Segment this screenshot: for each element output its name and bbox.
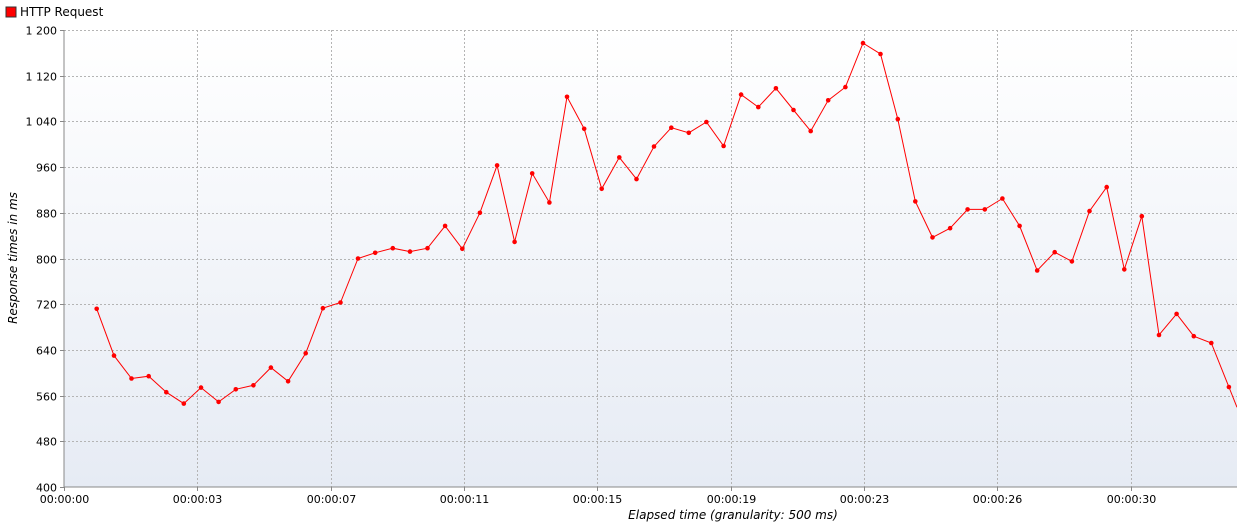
data-point (1069, 259, 1075, 264)
data-point (1226, 384, 1232, 390)
data-point (930, 235, 935, 240)
y-axis-ticks: 4004805606407208008809601 0401 1201 200 (26, 25, 64, 495)
data-point (1139, 213, 1145, 219)
x-tick-label: 00:00:30 (1107, 493, 1156, 506)
legend-label: HTTP Request (20, 5, 104, 19)
y-axis-title: Response times in ms (6, 192, 20, 324)
data-point (634, 176, 639, 182)
data-point (651, 144, 657, 149)
data-point (773, 86, 779, 91)
data-point (198, 385, 204, 390)
data-point (251, 383, 256, 388)
x-tick-label: 00:00:15 (573, 493, 622, 506)
data-point (460, 246, 465, 252)
data-point (581, 126, 587, 132)
chart-canvas: 4004805606407208008809601 0401 1201 200 … (5, 5, 1237, 522)
data-point (442, 223, 448, 229)
x-axis-title: Elapsed time (granularity: 500 ms) (628, 508, 838, 522)
y-tick-label: 560 (36, 391, 57, 404)
data-point (129, 376, 134, 381)
data-point (721, 143, 726, 149)
data-point (320, 305, 326, 311)
data-point (1122, 267, 1127, 272)
legend-swatch (5, 6, 17, 18)
data-point (146, 373, 151, 379)
data-point (181, 401, 187, 406)
data-point (878, 51, 883, 57)
data-point (547, 200, 552, 205)
data-point (791, 107, 796, 113)
data-point (895, 116, 901, 122)
data-point (425, 245, 430, 251)
x-tick-label: 00:00:19 (707, 493, 756, 506)
data-point (1052, 249, 1057, 255)
data-point (111, 353, 117, 358)
data-point (1000, 196, 1005, 201)
data-point (1174, 311, 1179, 317)
data-point (164, 389, 169, 395)
data-point (564, 94, 570, 100)
data-point (355, 256, 361, 261)
data-point (407, 249, 413, 254)
data-point (494, 163, 500, 168)
data-point (1191, 333, 1197, 339)
x-tick-label: 00:00:07 (307, 493, 356, 506)
data-point (372, 250, 378, 256)
x-tick-label: 00:00:03 (173, 493, 222, 506)
data-point (303, 351, 309, 356)
data-point (913, 199, 918, 204)
data-point (1034, 268, 1040, 273)
x-tick-label: 00:00:11 (440, 493, 489, 506)
data-point (982, 207, 988, 212)
x-tick-label: 00:00:23 (840, 493, 889, 506)
legend: HTTP Request (5, 5, 104, 19)
data-point (1156, 332, 1162, 338)
data-point (947, 225, 953, 231)
y-tick-label: 880 (36, 208, 57, 221)
data-point (617, 155, 622, 160)
x-tick-label: 00:00:26 (973, 493, 1022, 506)
y-tick-label: 1 200 (26, 25, 58, 38)
data-point (756, 104, 761, 110)
data-point (390, 245, 396, 251)
y-tick-label: 800 (36, 254, 57, 267)
y-tick-label: 1 120 (26, 71, 58, 84)
y-tick-label: 960 (36, 162, 57, 175)
data-point (1104, 184, 1109, 190)
data-point (704, 119, 709, 125)
data-point (529, 171, 535, 176)
y-tick-label: 480 (36, 436, 57, 449)
y-tick-label: 640 (36, 345, 57, 358)
data-point (599, 186, 604, 192)
data-point (477, 210, 483, 216)
x-tick-label: 00:00:00 (40, 493, 89, 506)
data-point (1209, 340, 1214, 346)
data-point (686, 130, 692, 136)
x-axis-ticks: 00:00:00 00:00:03 00:00:07 00:00:11 00:00:15… (40, 487, 1156, 506)
data-point (1017, 223, 1022, 229)
data-point (338, 300, 343, 305)
data-point (512, 239, 517, 245)
data-point (94, 306, 99, 312)
data-point (216, 399, 221, 405)
data-point (285, 379, 291, 384)
data-point (738, 92, 744, 97)
data-point (669, 125, 674, 130)
data-point (233, 387, 239, 392)
response-time-chart: 400 480 560 640 720 800 880 960 1 040 1 120 1 200 … (0, 0, 1237, 524)
data-point (860, 40, 866, 46)
data-point (825, 98, 831, 103)
data-point (1087, 208, 1092, 214)
data-point (843, 84, 848, 90)
data-point (965, 207, 970, 212)
data-point (808, 128, 813, 134)
plot-background (64, 30, 1237, 487)
y-tick-label: 1 040 (26, 116, 58, 129)
y-tick-label: 720 (36, 299, 57, 312)
data-point (268, 365, 274, 370)
